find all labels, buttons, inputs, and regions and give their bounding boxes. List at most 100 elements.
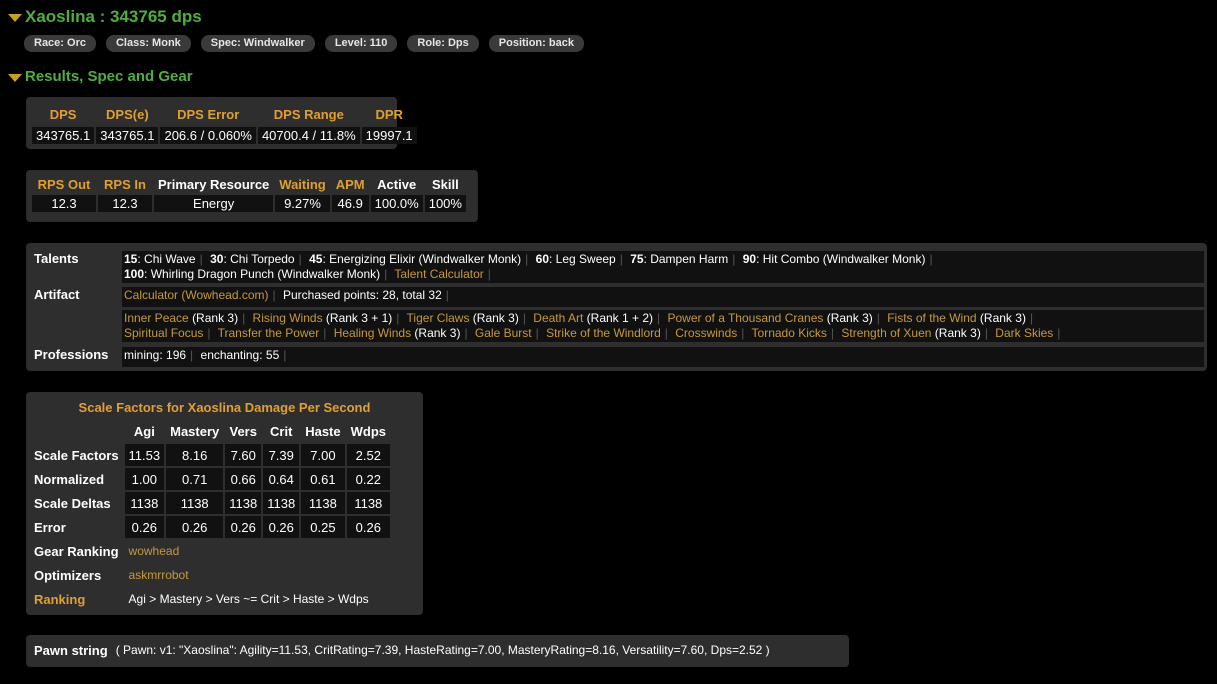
trait-link[interactable]: Power of a Thousand Cranes — [668, 311, 824, 325]
profession-item: enchanting: 55 — [200, 348, 280, 362]
optimizers-row: Optimizers askmrrobot — [32, 564, 390, 586]
td-rps-in: 12.3 — [98, 195, 152, 212]
td-dps-error: 206.6 / 0.060% — [160, 127, 256, 144]
talents-label: Talents — [34, 251, 79, 266]
table-row: Scale Factors 11.53 8.16 7.60 7.39 7.00 … — [32, 444, 391, 466]
trait-link[interactable]: Tornado Kicks — [752, 326, 827, 340]
talents-list: 15: Chi Wave | 30: Chi Torpedo | 45: Energ… — [122, 251, 1204, 283]
talent-item: 90: Hit Combo (Windwalker Monk) — [742, 252, 926, 266]
trait-link[interactable]: Gale Burst — [475, 326, 532, 340]
table-row: Error 0.26 0.26 0.26 0.26 0.25 0.26 — [32, 516, 391, 538]
col-agi: Agi — [133, 423, 155, 439]
collapse-triangle-icon[interactable] — [8, 73, 22, 82]
th-dps-error: DPS Error — [177, 106, 240, 122]
section-heading[interactable]: Results, Spec and Gear — [8, 68, 193, 85]
chip-position: Position: back — [488, 35, 584, 52]
td-apm: 46.9 — [331, 195, 369, 212]
artifact-summary: Calculator (Wowhead.com) | Purchased poin… — [122, 287, 1204, 307]
col-wdps: Wdps — [350, 423, 387, 439]
col-mastery: Mastery — [170, 423, 220, 439]
row-label: Optimizers — [34, 567, 102, 583]
pawn-label: Pawn string — [34, 643, 108, 658]
player-info-chips: Race: Orc Class: Monk Spec: Windwalker L… — [24, 35, 584, 52]
row-label: Error — [34, 519, 66, 535]
th-dps-range: DPS Range — [273, 106, 344, 122]
pawn-string-box: Pawn string ( Pawn: v1: "Xaoslina": Agil… — [26, 635, 849, 667]
th-dps: DPS — [49, 106, 77, 122]
talents-row: Talents 15: Chi Wave | 30: Chi Torpedo | 4… — [34, 251, 1204, 283]
trait-link[interactable]: Fists of the Wind — [887, 311, 976, 325]
artifact-purchased: Purchased points: 28, total 32 — [282, 288, 442, 302]
talent-item: 15: Chi Wave — [124, 252, 196, 266]
td-active: 100.0% — [370, 195, 423, 212]
col-crit: Crit — [270, 423, 293, 439]
th-dpr: DPR — [375, 106, 403, 122]
professions-label: Professions — [34, 347, 109, 362]
professions-list: mining: 196 | enchanting: 55 | — [122, 347, 1204, 367]
talent-item: 75: Dampen Harm — [630, 252, 729, 266]
scale-factors-table: Agi Mastery Vers Crit Haste Wdps Scale F… — [30, 418, 392, 612]
trait-link[interactable]: Death Art — [533, 311, 583, 325]
chip-level: Level: 110 — [324, 35, 398, 52]
chip-spec: Spec: Windwalker — [200, 35, 315, 52]
artifact-label: Artifact — [34, 287, 80, 302]
dps-table: DPS DPS(e) DPS Error DPS Range DPR 34376… — [30, 101, 419, 146]
wowhead-link[interactable]: wowhead — [129, 544, 180, 558]
th-rps-in: RPS In — [104, 177, 146, 192]
player-heading[interactable]: Xaoslina : 343765 dps — [8, 7, 202, 27]
td-dpr: 19997.1 — [361, 127, 417, 144]
chip-class: Class: Monk — [105, 35, 191, 52]
td-dpse: 343765.1 — [96, 127, 159, 144]
trait-link[interactable]: Transfer the Power — [218, 326, 320, 340]
artifact-traits: Inner Peace (Rank 3) | Rising Winds (Rank… — [122, 310, 1204, 342]
ranking-row: Ranking Agi > Mastery > Vers ~= Crit > H… — [32, 588, 390, 610]
th-active: Active — [377, 177, 417, 192]
scale-factors-title: Scale Factors for Xaoslina Damage Per Se… — [78, 400, 371, 415]
trait-link[interactable]: Spiritual Focus — [124, 326, 203, 340]
pawn-value: ( Pawn: v1: "Xaoslina": Agility=11.53, C… — [115, 643, 770, 657]
td-waiting: 9.27% — [275, 195, 330, 212]
rps-table: RPS Out RPS In Primary Resource Waiting … — [30, 174, 468, 214]
th-waiting: Waiting — [279, 177, 326, 192]
chip-role: Role: Dps — [407, 35, 479, 52]
trait-link[interactable]: Crosswinds — [675, 326, 737, 340]
trait-link[interactable]: Inner Peace — [124, 311, 189, 325]
trait-link[interactable]: Healing Winds — [334, 326, 411, 340]
row-label: Ranking — [34, 591, 86, 607]
row-label: Scale Deltas — [34, 495, 111, 511]
askmrrobot-link[interactable]: askmrrobot — [129, 568, 189, 582]
td-dps: 343765.1 — [32, 127, 95, 144]
td-skill: 100% — [424, 195, 466, 212]
artifact-row: Artifact Calculator (Wowhead.com) | Purch… — [34, 287, 1204, 307]
table-row: Scale Deltas 1138 1138 1138 1138 1138 11… — [32, 492, 391, 514]
row-label: Scale Factors — [34, 447, 119, 463]
ranking-value: Agi > Mastery > Vers ~= Crit > Haste > W… — [128, 592, 369, 606]
th-primary-resource: Primary Resource — [158, 177, 270, 192]
talent-calculator-link[interactable]: Talent Calculator — [394, 267, 483, 281]
col-vers: Vers — [229, 423, 257, 439]
th-rps-out: RPS Out — [37, 177, 91, 192]
trait-link[interactable]: Strength of Xuen — [841, 326, 931, 340]
chip-race: Race: Orc — [24, 35, 96, 52]
th-skill: Skill — [431, 177, 459, 192]
gear-ranking-row: Gear Ranking wowhead — [32, 540, 390, 562]
table-row: Normalized 1.00 0.71 0.66 0.64 0.61 0.22 — [32, 468, 391, 490]
th-dpse: DPS(e) — [106, 106, 149, 122]
professions-row: Professions mining: 196 | enchanting: 55 | — [34, 347, 1204, 367]
scale-factors-box: Scale Factors for Xaoslina Damage Per Se… — [26, 392, 423, 615]
trait-link[interactable]: Dark Skies — [995, 326, 1053, 340]
collapse-triangle-icon[interactable] — [8, 14, 22, 22]
talent-item: 45: Energizing Elixir (Windwalker Monk) — [309, 252, 522, 266]
talent-item: 30: Chi Torpedo — [210, 252, 295, 266]
trait-link[interactable]: Tiger Claws — [407, 311, 470, 325]
report-page: Xaoslina : 343765 dps Race: Orc Class: M… — [0, 0, 1217, 684]
trait-link[interactable]: Rising Winds — [253, 311, 323, 325]
section-title: Results, Spec and Gear — [25, 68, 193, 85]
trait-link[interactable]: Strike of the Windlord — [546, 326, 661, 340]
dps-summary-box: DPS DPS(e) DPS Error DPS Range DPR 34376… — [26, 97, 417, 149]
player-title: Xaoslina : 343765 dps — [25, 7, 202, 26]
talent-item: 100: Whirling Dragon Punch (Windwalker M… — [124, 267, 381, 281]
col-haste: Haste — [305, 423, 341, 439]
artifact-calculator-link[interactable]: Calculator (Wowhead.com) — [124, 288, 269, 302]
profession-item: mining: 196 — [124, 348, 187, 362]
